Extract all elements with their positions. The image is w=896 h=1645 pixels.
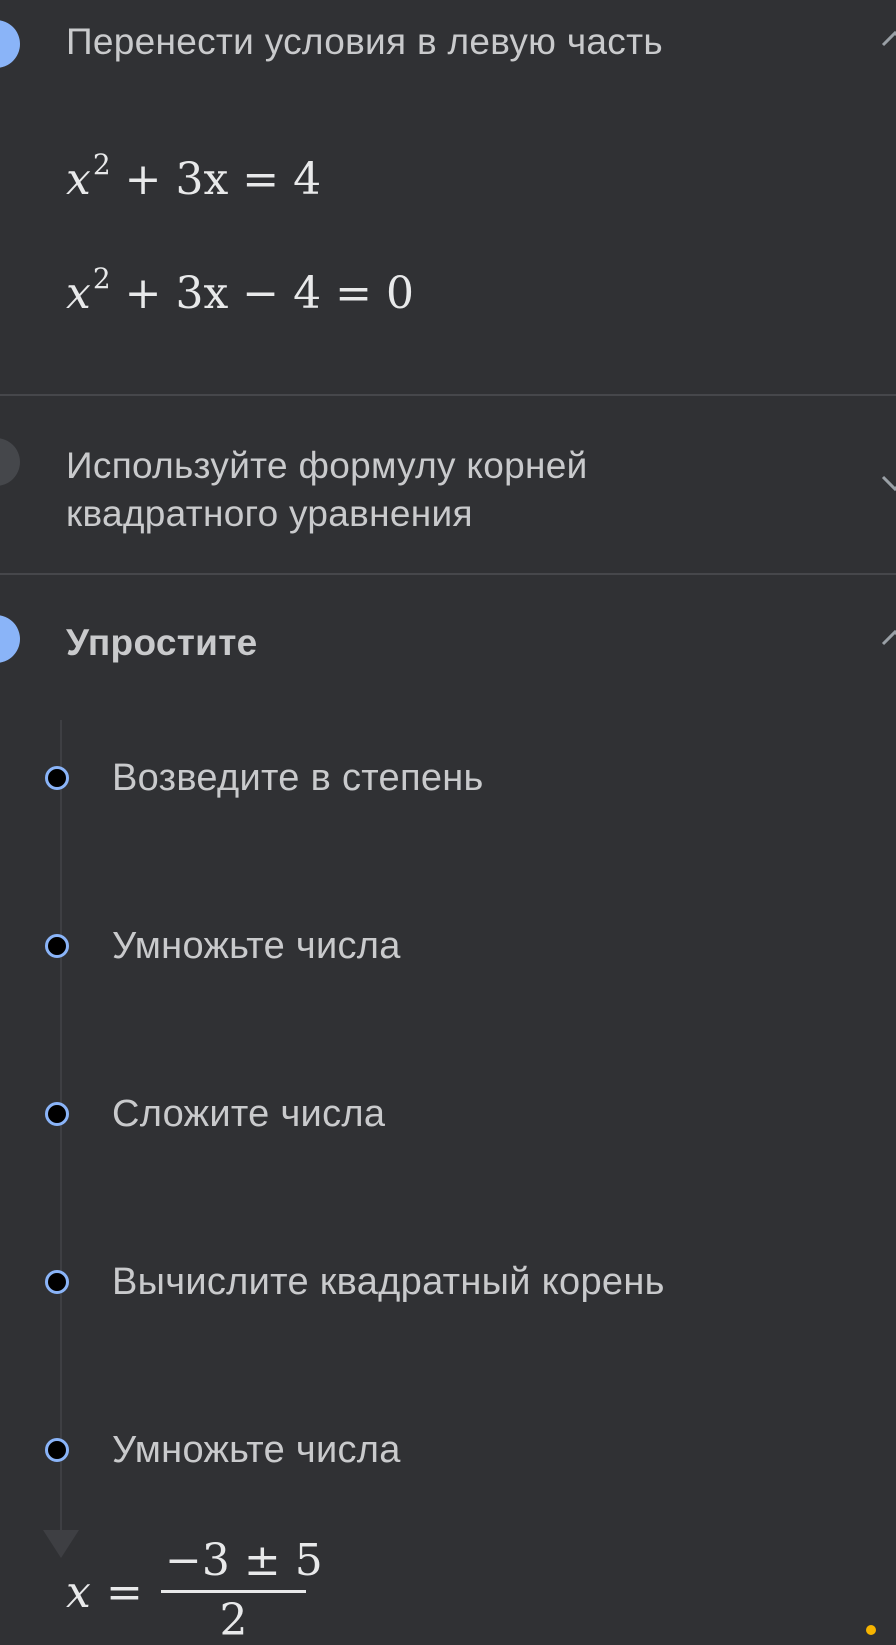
equation-var: x xyxy=(66,154,91,205)
step-number-circle-1 xyxy=(0,20,20,68)
equation-rest: + 3x − 4 = 0 xyxy=(124,268,414,319)
step-title-2-line2: квадратного уравнения xyxy=(66,493,473,534)
result-numerator: −3 ± 5 xyxy=(161,1535,323,1593)
timeline-arrow-icon xyxy=(43,1530,79,1558)
equation-2: x2 + 3x − 4 = 0 xyxy=(66,262,414,319)
chevron-up-icon[interactable] xyxy=(880,24,896,54)
substep-label: Умножьте числа xyxy=(112,1429,401,1471)
substep-dot-icon xyxy=(45,1270,69,1294)
equation-exponent: 2 xyxy=(92,148,111,181)
chevron-up-icon[interactable] xyxy=(880,623,896,653)
substep-2[interactable]: Умножьте числа xyxy=(0,918,896,978)
result-fraction: −3 ± 5 2 xyxy=(161,1535,323,1645)
equation-exponent: 2 xyxy=(92,262,111,295)
result-denominator: 2 xyxy=(219,1595,248,1645)
equation-var: x xyxy=(66,268,91,319)
substep-3[interactable]: Сложите числа xyxy=(0,1086,896,1146)
substep-label: Возведите в степень xyxy=(112,757,484,799)
substep-1[interactable]: Возведите в степень xyxy=(0,750,896,810)
substep-dot-icon xyxy=(45,1438,69,1462)
substep-dot-icon xyxy=(45,934,69,958)
step-number-circle-3 xyxy=(0,615,20,663)
substep-dot-icon xyxy=(45,1102,69,1126)
step-section-2[interactable]: Используйте формулу корней квадратного у… xyxy=(0,396,896,574)
step-title-3[interactable]: Упростите xyxy=(66,619,258,667)
equation-rest: + 3x = 4 xyxy=(124,154,322,205)
substep-label: Умножьте числа xyxy=(112,925,401,967)
substep-label: Сложите числа xyxy=(112,1093,386,1135)
step-title-1[interactable]: Перенести условия в левую часть xyxy=(66,18,663,66)
equation-1: x2 + 3x = 4 xyxy=(66,148,321,205)
result-var: x xyxy=(66,1567,91,1618)
result-equals: = xyxy=(106,1567,143,1618)
step-number-circle-2 xyxy=(0,438,20,486)
substep-label: Вычислите квадратный корень xyxy=(112,1261,665,1303)
step-title-2-line1: Используйте формулу корней xyxy=(66,445,588,486)
substep-dot-icon xyxy=(45,766,69,790)
chevron-down-icon[interactable] xyxy=(880,468,896,498)
substep-5[interactable]: Умножьте числа xyxy=(0,1422,896,1482)
step-section-1: Перенести условия в левую часть x2 + 3x … xyxy=(0,0,896,378)
substep-4[interactable]: Вычислите квадратный корень xyxy=(0,1254,896,1314)
activity-indicator xyxy=(866,1625,876,1635)
